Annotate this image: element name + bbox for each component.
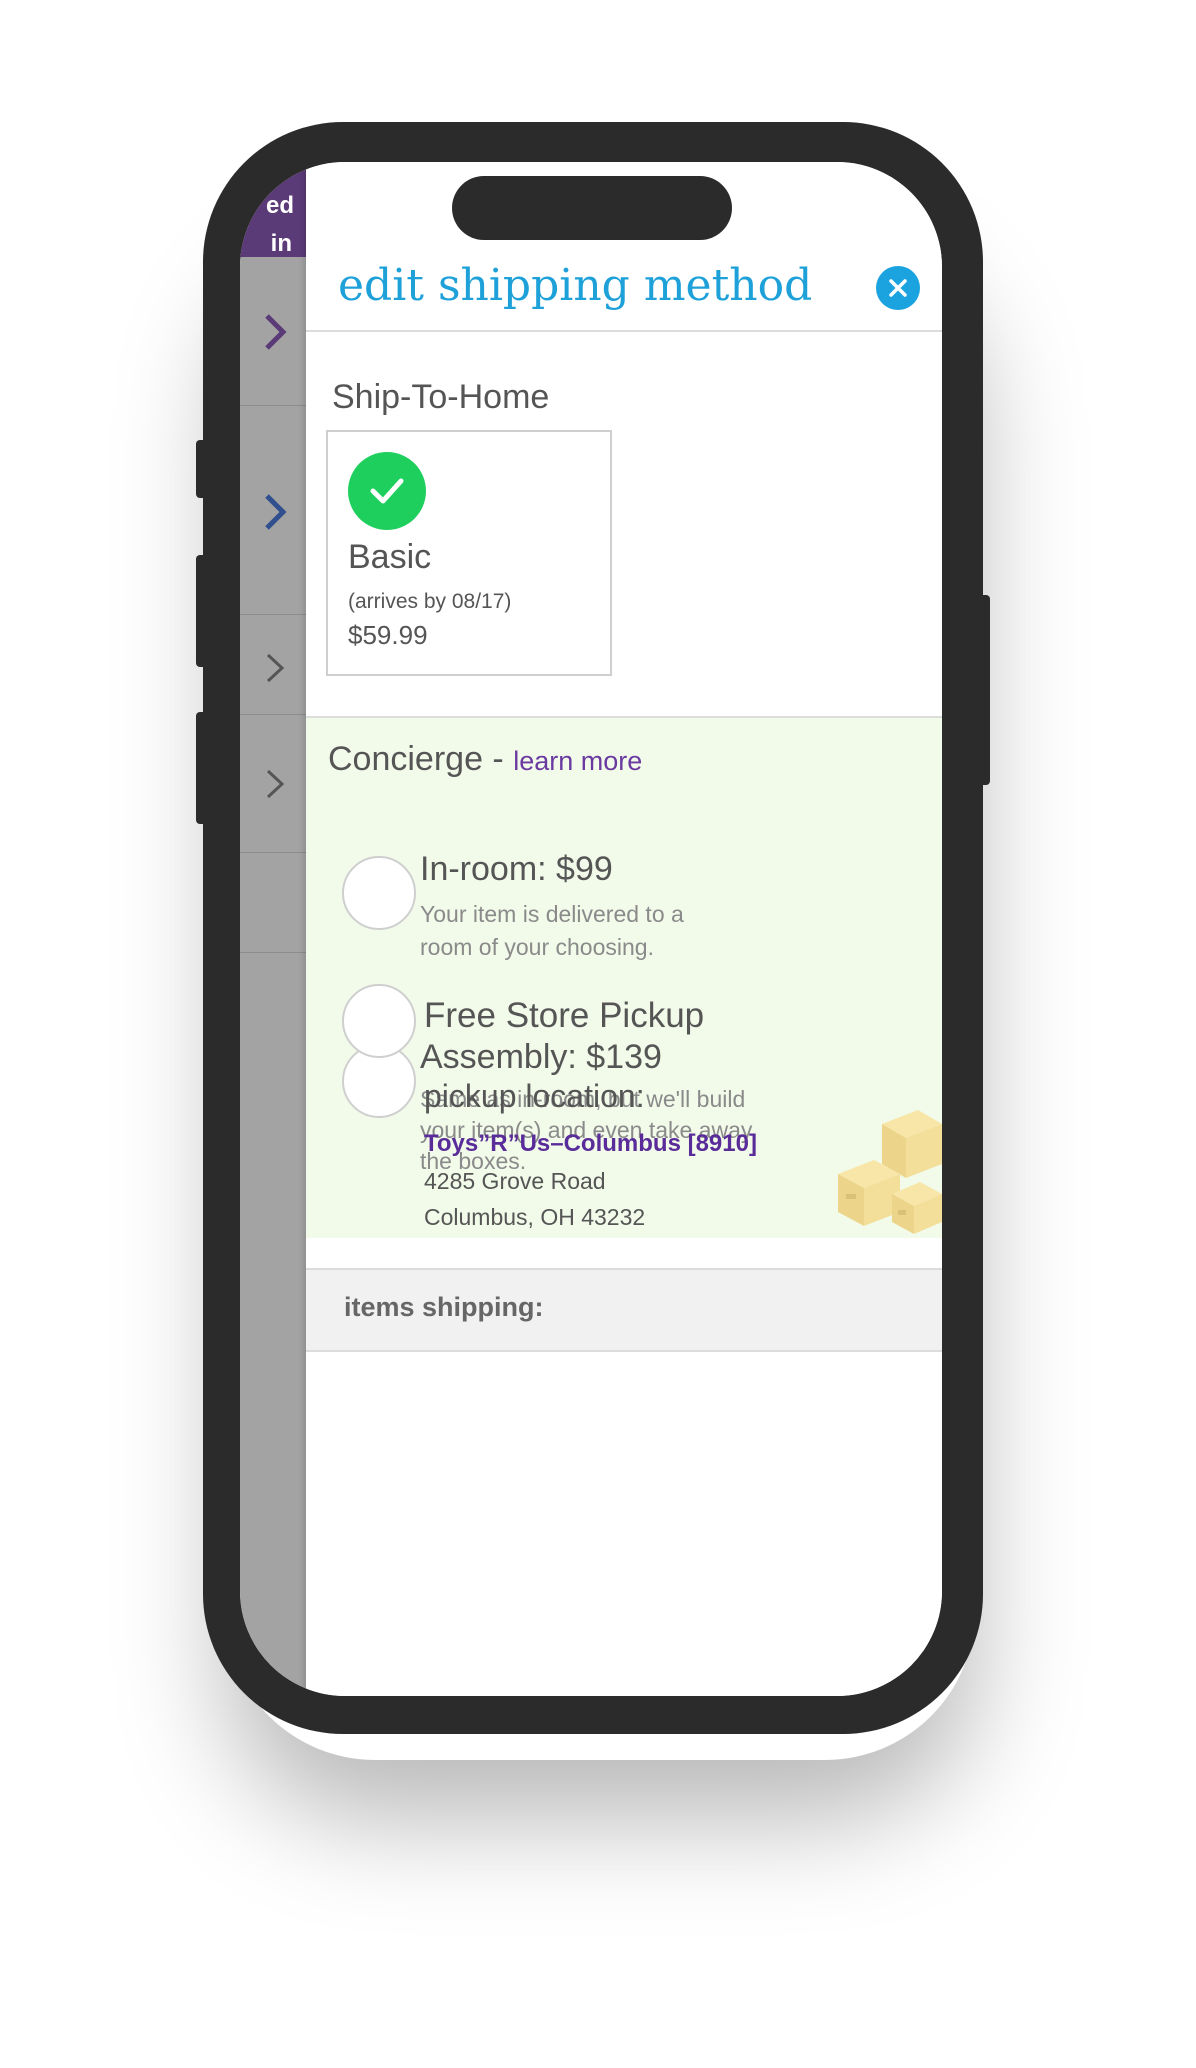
- divider: [306, 330, 942, 332]
- phone-screen: ed in edit shipping method Ship-To-Home …: [240, 162, 942, 1696]
- concierge-section: Concierge - learn more In-room: $99 Your…: [306, 718, 942, 1238]
- close-button[interactable]: [876, 266, 920, 310]
- background-divider: [240, 852, 306, 853]
- store-pickup-radio[interactable]: [342, 984, 416, 1058]
- desc-line: room of your choosing.: [420, 934, 654, 960]
- chevron-right-icon[interactable]: [264, 768, 286, 800]
- chevron-right-icon[interactable]: [262, 312, 288, 352]
- option-arrival: (arrives by 08/17): [348, 590, 512, 613]
- store-address-line2: Columbus, OH 43232: [424, 1204, 646, 1230]
- pickup-location-label: pickup location:: [424, 1078, 645, 1114]
- background-divider: [240, 614, 306, 615]
- close-icon: [889, 279, 907, 297]
- background-divider: [240, 952, 306, 953]
- items-shipping-label: items shipping:: [344, 1292, 544, 1322]
- in-room-description: Your item is delivered to a room of your…: [420, 898, 684, 964]
- learn-more-link[interactable]: learn more: [513, 746, 642, 776]
- chevron-right-icon[interactable]: [262, 492, 288, 532]
- background-banner: ed in: [240, 162, 306, 257]
- selected-check-icon: [348, 452, 426, 530]
- dynamic-island: [452, 176, 732, 240]
- option-name: Basic: [348, 538, 432, 576]
- basic-shipping-option[interactable]: Basic (arrives by 08/17) $59.99: [326, 430, 612, 676]
- background-page: ed in: [240, 162, 306, 1696]
- option-price: $59.99: [348, 620, 428, 650]
- background-divider: [240, 405, 306, 406]
- boxes-illustration: [838, 1110, 942, 1234]
- modal-title: edit shipping method: [338, 260, 813, 311]
- concierge-heading: Concierge - learn more: [328, 740, 642, 779]
- concierge-label: Concierge: [328, 740, 483, 778]
- assembly-title: Assembly: $139: [420, 1038, 662, 1076]
- desc-line: Your item is delivered to a: [420, 901, 684, 927]
- store-address-line1: 4285 Grove Road: [424, 1168, 606, 1194]
- background-divider: [240, 714, 306, 715]
- edit-shipping-modal: edit shipping method Ship-To-Home Basic …: [306, 162, 942, 1696]
- in-room-radio[interactable]: [342, 856, 416, 930]
- in-room-title: In-room: $99: [420, 850, 613, 888]
- store-pickup-title: Free Store Pickup: [424, 996, 705, 1035]
- concierge-separator: -: [482, 740, 514, 778]
- ship-to-home-label: Ship-To-Home: [332, 378, 550, 416]
- chevron-right-icon[interactable]: [264, 652, 286, 684]
- banner-text-line1: ed: [265, 192, 294, 219]
- banner-text-line2: in: [270, 230, 292, 257]
- store-name-link[interactable]: Toys”R”Us–Columbus [8910]: [424, 1130, 757, 1158]
- items-shipping-bar: items shipping:: [306, 1268, 942, 1352]
